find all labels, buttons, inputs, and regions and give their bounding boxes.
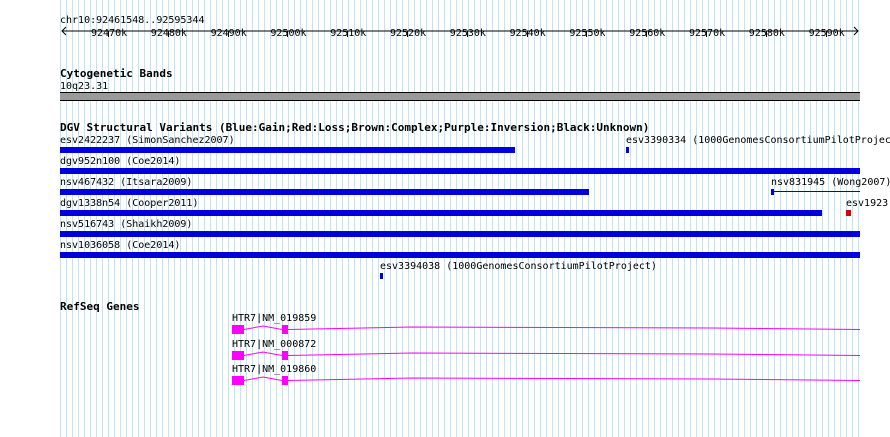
feature-label[interactable]: esv3390334 (1000GenomesConsortiumPilotPr… xyxy=(626,135,890,146)
variant-bar[interactable] xyxy=(60,147,515,153)
variant-line xyxy=(774,191,860,192)
ruler-tick-label: 92470k xyxy=(91,28,128,39)
variant-bar[interactable] xyxy=(380,273,383,279)
ruler-tick-mark xyxy=(467,31,468,37)
ruler-tick-mark xyxy=(766,31,767,37)
ruler-tick-mark xyxy=(407,31,408,37)
gene-model[interactable] xyxy=(232,324,860,336)
ruler-tick-mark xyxy=(706,31,707,37)
ruler-tick-label: 92570k xyxy=(689,28,726,39)
ruler-tick-mark xyxy=(108,31,109,37)
ruler-tick-mark xyxy=(826,31,827,37)
feature-label[interactable]: nsv1036058 (Coe2014) xyxy=(60,240,180,251)
gene-label[interactable]: HTR7|NM_000872 xyxy=(232,339,316,350)
feature-label[interactable]: dgv1338n54 (Cooper2011) xyxy=(60,198,198,209)
feature-label[interactable]: esv2422237 (SimonSanchez2007) xyxy=(60,135,235,146)
ruler-tick-mark xyxy=(228,31,229,37)
ruler-tick-label: 92510k xyxy=(330,28,367,39)
ruler-tick-label: 92500k xyxy=(270,28,307,39)
gene-model[interactable] xyxy=(232,350,860,362)
position-label: chr10:92461548..92595344 xyxy=(60,15,205,26)
loss-variant-bar[interactable] xyxy=(846,210,851,216)
variant-bar[interactable] xyxy=(771,189,774,195)
variant-bar[interactable] xyxy=(60,168,860,174)
variant-bar[interactable] xyxy=(60,189,589,195)
gene-label[interactable]: HTR7|NM_019860 xyxy=(232,364,316,375)
feature-label[interactable]: esv3394038 (1000GenomesConsortiumPilotPr… xyxy=(380,261,657,272)
refseq-track-title: RefSeq Genes xyxy=(60,300,140,313)
ruler-tick-label: 92560k xyxy=(629,28,666,39)
feature-label[interactable]: dgv952n100 (Coe2014) xyxy=(60,156,180,167)
variant-bar[interactable] xyxy=(626,147,629,153)
variant-bar[interactable] xyxy=(60,231,860,237)
dgv-track-title: DGV Structural Variants (Blue:Gain;Red:L… xyxy=(60,121,650,134)
gene-label[interactable]: HTR7|NM_019859 xyxy=(232,313,316,324)
ruler-tick-mark xyxy=(646,31,647,37)
gene-model[interactable] xyxy=(232,375,860,387)
cyto-band[interactable] xyxy=(60,92,860,101)
variant-bar[interactable] xyxy=(60,210,822,216)
ruler-tick-mark xyxy=(168,31,169,37)
feature-label[interactable]: nsv831945 (Wong2007) xyxy=(771,177,890,188)
ruler-tick-label: 92520k xyxy=(390,28,427,39)
variant-bar[interactable] xyxy=(60,252,860,258)
ruler-tick-mark xyxy=(527,31,528,37)
feature-label[interactable]: esv1923 xyxy=(846,198,888,209)
ruler-tick-mark xyxy=(287,31,288,37)
cyto-band-label[interactable]: 10q23.31 xyxy=(60,81,108,92)
ruler-tick-mark xyxy=(586,31,587,37)
feature-label[interactable]: nsv467432 (Itsara2009) xyxy=(60,177,192,188)
feature-label[interactable]: nsv516743 (Shaikh2009) xyxy=(60,219,192,230)
cyto-track-title: Cytogenetic Bands xyxy=(60,67,173,80)
ruler-tick-mark xyxy=(347,31,348,37)
ruler-tick-label: 92550k xyxy=(569,28,606,39)
